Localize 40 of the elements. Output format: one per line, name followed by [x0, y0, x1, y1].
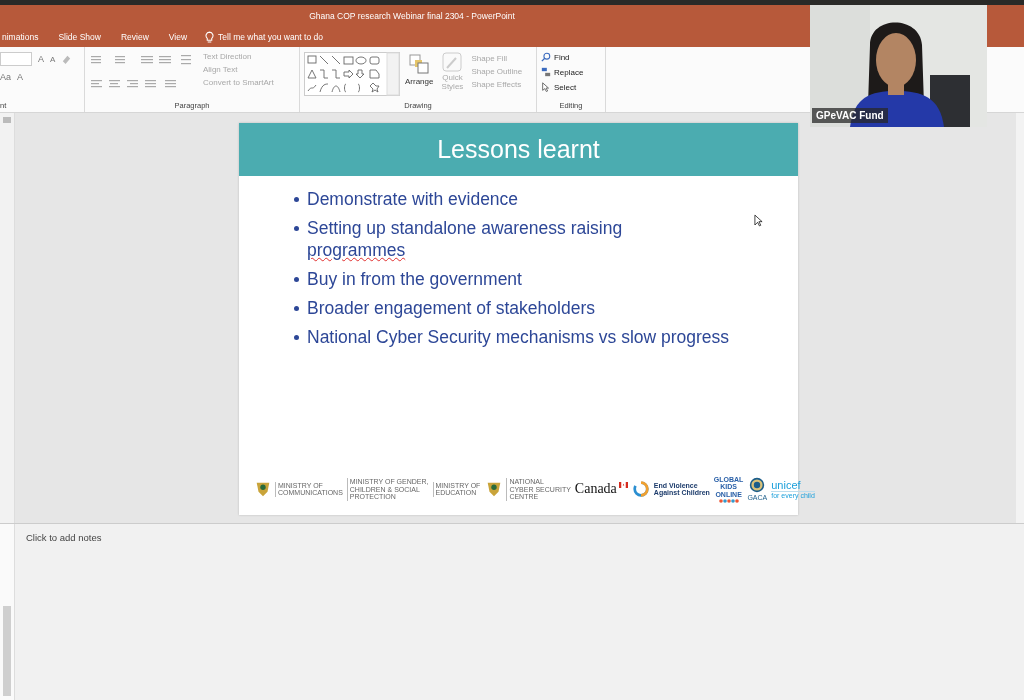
search-icon — [541, 52, 551, 62]
slide-title: Lessons learnt — [239, 123, 798, 176]
mouse-cursor-icon — [754, 214, 763, 227]
replace-icon — [541, 67, 551, 77]
seal-icon — [749, 477, 766, 494]
shapes-gallery[interactable] — [304, 52, 400, 96]
ribbon-tab[interactable]: View — [160, 27, 196, 47]
ribbon-command[interactable]: Replace — [541, 67, 601, 77]
grow-font-button[interactable]: A — [38, 54, 44, 64]
change-case-button[interactable]: Aa — [0, 72, 11, 82]
font-color-button[interactable]: A — [17, 72, 24, 82]
logo-text: Canada — [574, 482, 617, 497]
pointer-icon — [541, 82, 551, 92]
notes-placeholder[interactable]: Click to add notes — [15, 524, 102, 544]
bullet-point: Demonstrate with evidence — [293, 188, 519, 210]
flag-icon — [618, 482, 628, 489]
bullet-point: Setting up standalone awareness raising programmes — [293, 217, 623, 261]
font-size-field[interactable] — [0, 52, 32, 66]
bullet-point: National Cyber Security mechanisms vs slow progress — [293, 326, 730, 348]
ring-logo-icon — [631, 480, 650, 499]
ribbon-tab[interactable]: nimations — [2, 27, 47, 47]
ribbon-command[interactable]: Select — [541, 82, 601, 92]
lightbulb-icon — [205, 30, 215, 44]
scrollbar[interactable] — [1016, 113, 1024, 523]
window-title: Ghana COP research Webinar final 2304 - PowerPoint — [309, 11, 515, 21]
bullet-point: Broader engagement of stakeholders — [293, 297, 595, 319]
dots-icon — [718, 499, 739, 503]
participant-name: GPeVAC Fund — [812, 108, 888, 123]
ribbon-command[interactable]: Find — [541, 52, 601, 62]
scrollbar[interactable] — [0, 113, 15, 523]
brush-icon — [442, 52, 463, 72]
arrange-icon — [409, 54, 430, 74]
bullet-point: Buy in from the government — [293, 268, 522, 290]
shrink-font-button[interactable]: A — [50, 54, 56, 64]
ribbon-tab[interactable]: Slide Show — [50, 27, 109, 47]
ribbon-tab[interactable]: Review — [112, 27, 157, 47]
eraser-icon[interactable] — [61, 53, 73, 65]
tell-me-field[interactable]: Tell me what you want to do — [205, 30, 359, 44]
scrollbar-thumb[interactable] — [3, 606, 11, 696]
arrange-button[interactable]: Arrange — [405, 52, 434, 101]
